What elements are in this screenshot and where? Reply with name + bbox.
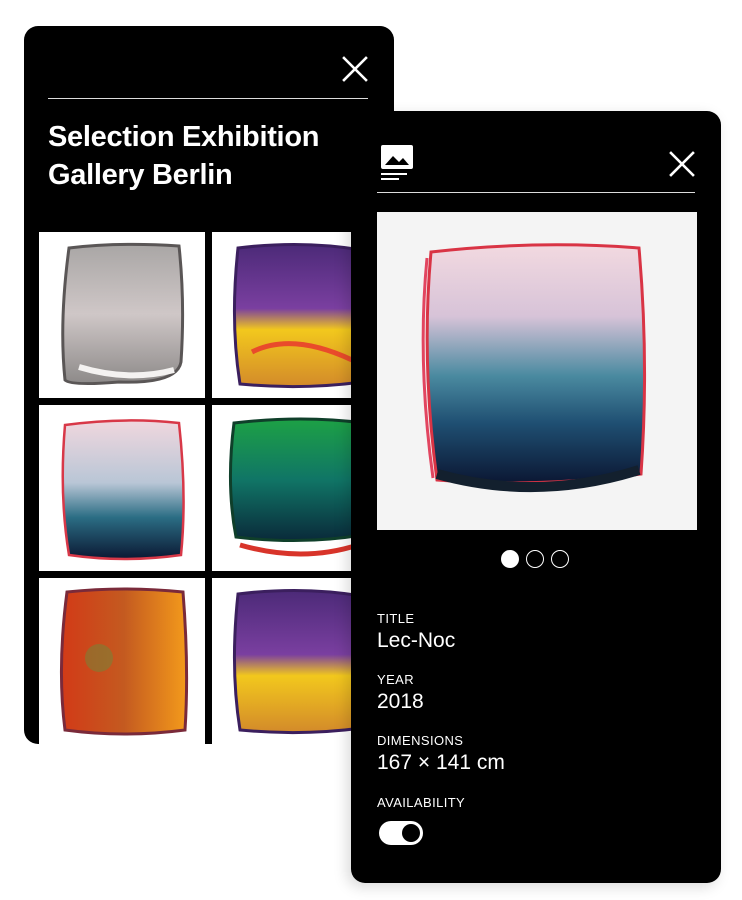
header-divider (48, 98, 368, 99)
carousel-dot[interactable] (551, 550, 569, 568)
carousel-dot[interactable] (526, 550, 544, 568)
dimensions-label: DIMENSIONS (377, 733, 464, 748)
year-label: YEAR (377, 672, 415, 687)
gallery-panel: Selection Exhibition Gallery Berlin (24, 26, 394, 744)
close-icon[interactable] (342, 56, 368, 82)
availability-label: AVAILABILITY (377, 795, 466, 810)
artwork-title: Lec-Noc (377, 629, 456, 652)
availability-toggle[interactable] (379, 821, 423, 845)
close-icon[interactable] (669, 151, 695, 177)
title-label: TITLE (377, 611, 415, 626)
header-divider (377, 192, 695, 193)
artwork-thumbnail[interactable] (39, 405, 205, 571)
artwork-thumbnail[interactable] (39, 232, 205, 398)
artwork-thumbnail[interactable] (39, 578, 205, 744)
toggle-knob (402, 824, 420, 842)
artwork-detail-panel: TITLE Lec-Noc YEAR 2018 DIMENSIONS 167 ×… (351, 111, 721, 883)
gallery-title: Selection Exhibition Gallery Berlin (48, 121, 320, 191)
carousel-indicator (501, 550, 569, 568)
carousel-dot[interactable] (501, 550, 519, 568)
artwork-year: 2018 (377, 690, 424, 713)
image-icon[interactable] (381, 145, 413, 183)
artwork-image (377, 212, 697, 530)
artwork-dimensions: 167 × 141 cm (377, 751, 505, 774)
